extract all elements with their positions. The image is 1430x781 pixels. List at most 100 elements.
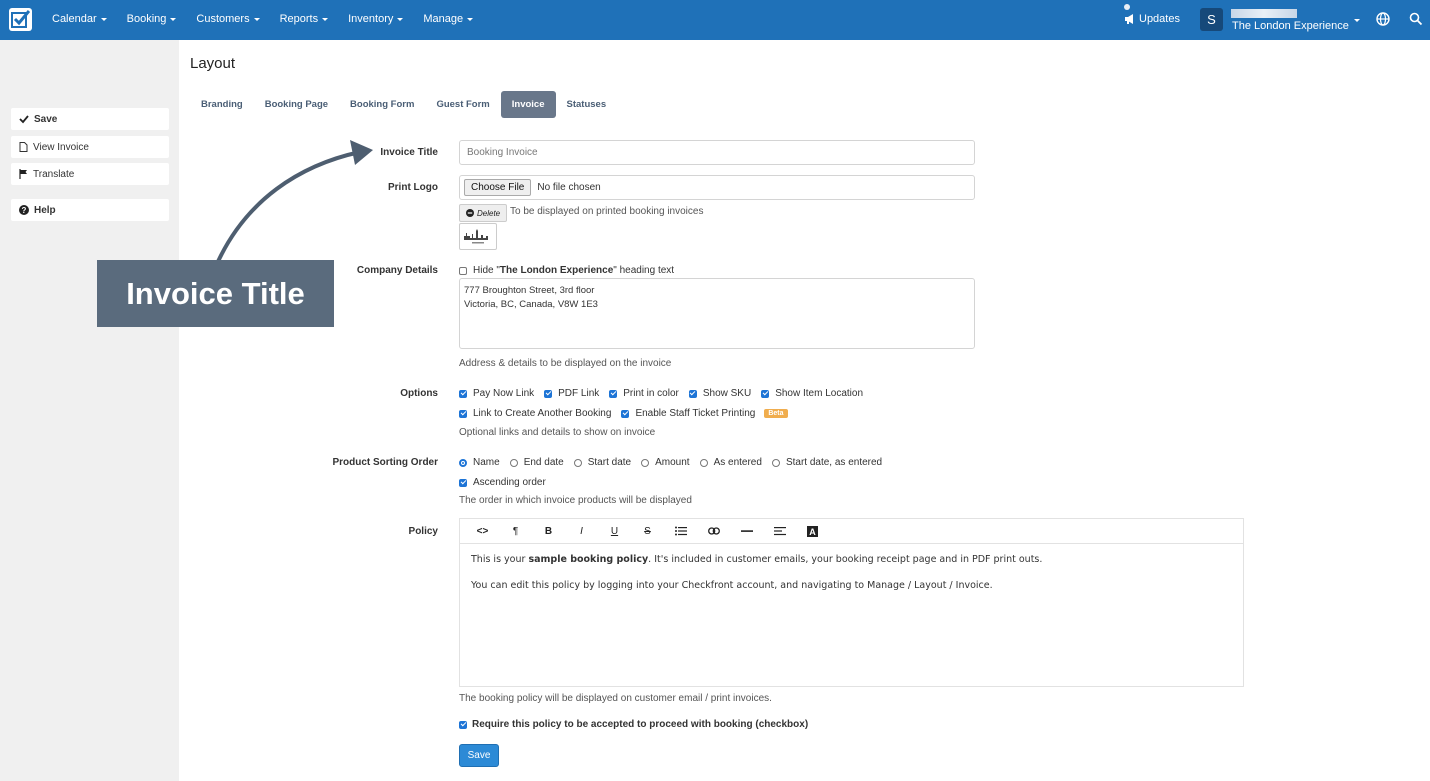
sort-start-date-as-entered-radio[interactable] (771, 458, 780, 467)
pay-now-link-checkbox[interactable] (459, 389, 467, 398)
globe-icon[interactable] (1376, 12, 1390, 26)
checkfront-logo-icon[interactable] (9, 8, 32, 31)
address-line-2: Victoria, BC, Canada, V8W 1E3 (464, 299, 598, 310)
option-print-in-color[interactable]: Print in color (609, 388, 679, 399)
option-show-sku[interactable]: Show SKU (688, 388, 751, 399)
require-policy-checkbox[interactable] (459, 720, 467, 729)
file-icon (19, 142, 28, 152)
company-details-help: Address & details to be displayed on the… (459, 358, 672, 369)
font-color-icon[interactable]: A (796, 519, 829, 544)
underline-icon[interactable]: U (598, 519, 631, 544)
account-caret-down-icon[interactable] (1354, 19, 1360, 22)
link-icon[interactable] (697, 519, 730, 544)
nav-customers[interactable]: Customers (186, 0, 269, 40)
nav-manage[interactable]: Manage (413, 0, 483, 40)
option-staff-ticket-printing[interactable]: Enable Staff Ticket Printing Beta (621, 408, 788, 419)
link-create-booking-checkbox[interactable] (459, 409, 467, 418)
sorting-radio-group: Name End date Start date Amount As enter… (459, 457, 892, 468)
tab-booking-page[interactable]: Booking Page (254, 91, 339, 118)
sort-name-radio[interactable] (459, 458, 467, 467)
tab-booking-form[interactable]: Booking Form (339, 91, 425, 118)
nav-calendar[interactable]: Calendar (42, 0, 117, 40)
code-view-icon[interactable]: <> (466, 519, 499, 544)
bold-icon[interactable]: B (532, 519, 565, 544)
account-name[interactable]: The London Experience (1232, 20, 1349, 32)
option-pay-now-link[interactable]: Pay Now Link (459, 388, 534, 399)
sort-name-option[interactable]: Name (459, 457, 500, 468)
nav-booking-label: Booking (126, 13, 167, 25)
search-icon[interactable] (1409, 12, 1423, 26)
paragraph-icon[interactable]: ¶ (499, 519, 532, 544)
sidebar-save-label: Save (34, 113, 58, 125)
layout-tabs: Branding Booking Page Booking Form Guest… (190, 91, 617, 118)
require-policy-option[interactable]: Require this policy to be accepted to pr… (459, 719, 818, 730)
policy-paragraph-1: This is your sample booking policy. It's… (471, 553, 1232, 566)
choose-file-button[interactable]: Choose File (464, 179, 532, 196)
invoice-title-input[interactable] (459, 140, 975, 165)
svg-text:?: ? (22, 206, 27, 215)
save-button[interactable]: Save (459, 744, 499, 767)
print-logo-help: To be displayed on printed booking invoi… (510, 206, 704, 217)
sort-amount-radio[interactable] (641, 458, 650, 467)
no-file-chosen-text: No file chosen (537, 182, 601, 193)
nav-manage-label: Manage (423, 13, 464, 25)
sidebar-help-label: Help (34, 204, 56, 216)
list-icon[interactable] (664, 519, 697, 544)
company-address-textarea[interactable]: 777 Broughton Street, 3rd floor Victoria… (459, 278, 975, 349)
hide-heading-checkbox[interactable] (459, 266, 467, 275)
horizontal-rule-icon[interactable] (730, 519, 763, 544)
hide-heading-prefix: Hide " (473, 265, 500, 276)
svg-text:A: A (809, 527, 816, 537)
strikethrough-icon[interactable]: S (631, 519, 664, 544)
avatar[interactable]: S (1200, 8, 1223, 31)
sort-start-date-label: Start date (587, 457, 632, 468)
option-show-item-location[interactable]: Show Item Location (761, 388, 863, 399)
policy-label: Policy (408, 526, 438, 537)
sort-start-date-option[interactable]: Start date (573, 457, 632, 468)
delete-logo-button[interactable]: Delete (459, 204, 508, 222)
show-item-location-checkbox[interactable] (761, 389, 770, 398)
italic-icon[interactable]: I (565, 519, 598, 544)
policy-editor-body[interactable]: This is your sample booking policy. It's… (460, 544, 1243, 614)
updates-button[interactable]: Updates (1124, 4, 1180, 32)
sidebar-view-invoice-button[interactable]: View Invoice (11, 136, 169, 158)
print-logo-file-input[interactable]: Choose File No file chosen (459, 175, 975, 200)
staff-ticket-printing-label: Enable Staff Ticket Printing (635, 408, 756, 419)
sort-as-entered-option[interactable]: As entered (699, 457, 762, 468)
sort-end-date-option[interactable]: End date (509, 457, 564, 468)
policy-editor[interactable]: <> ¶ B I U S A This is your sample booki (459, 518, 1244, 687)
sorting-help: The order in which invoice products will… (459, 495, 692, 506)
tab-invoice[interactable]: Invoice (500, 91, 556, 118)
nav-booking[interactable]: Booking (117, 0, 187, 40)
ascending-order-checkbox[interactable] (459, 478, 467, 487)
hide-heading-option[interactable]: Hide " The London Experience " heading tex… (459, 265, 674, 276)
sidebar-save-button[interactable]: Save (11, 108, 169, 130)
tab-guest-form[interactable]: Guest Form (425, 91, 500, 118)
option-pdf-link[interactable]: PDF Link (544, 388, 599, 399)
pdf-link-checkbox[interactable] (544, 389, 553, 398)
sort-amount-label: Amount (655, 457, 690, 468)
nav-reports[interactable]: Reports (270, 0, 339, 40)
sidebar-help-button[interactable]: ? Help (11, 199, 169, 221)
options-help: Optional links and details to show on in… (459, 427, 656, 438)
staff-ticket-printing-checkbox[interactable] (621, 409, 630, 418)
sort-start-date-radio[interactable] (573, 458, 582, 467)
show-sku-checkbox[interactable] (688, 389, 697, 398)
tab-statuses[interactable]: Statuses (556, 91, 618, 118)
option-link-create-booking[interactable]: Link to Create Another Booking (459, 408, 611, 419)
sort-as-entered-radio[interactable] (699, 458, 708, 467)
tab-branding[interactable]: Branding (190, 91, 254, 118)
ascending-order-option[interactable]: Ascending order (459, 477, 556, 488)
product-sorting-label: Product Sorting Order (332, 457, 438, 468)
sidebar-translate-button[interactable]: Translate (11, 163, 169, 185)
sort-amount-option[interactable]: Amount (641, 457, 690, 468)
account-redacted-bar (1231, 9, 1297, 18)
caret-down-icon (100, 17, 107, 21)
caret-down-icon (322, 17, 329, 21)
sort-end-date-radio[interactable] (509, 458, 518, 467)
sort-start-date-as-entered-option[interactable]: Start date, as entered (771, 457, 882, 468)
nav-inventory[interactable]: Inventory (338, 0, 413, 40)
align-icon[interactable] (763, 519, 796, 544)
sidebar-translate-label: Translate (33, 168, 75, 180)
print-in-color-checkbox[interactable] (609, 389, 618, 398)
